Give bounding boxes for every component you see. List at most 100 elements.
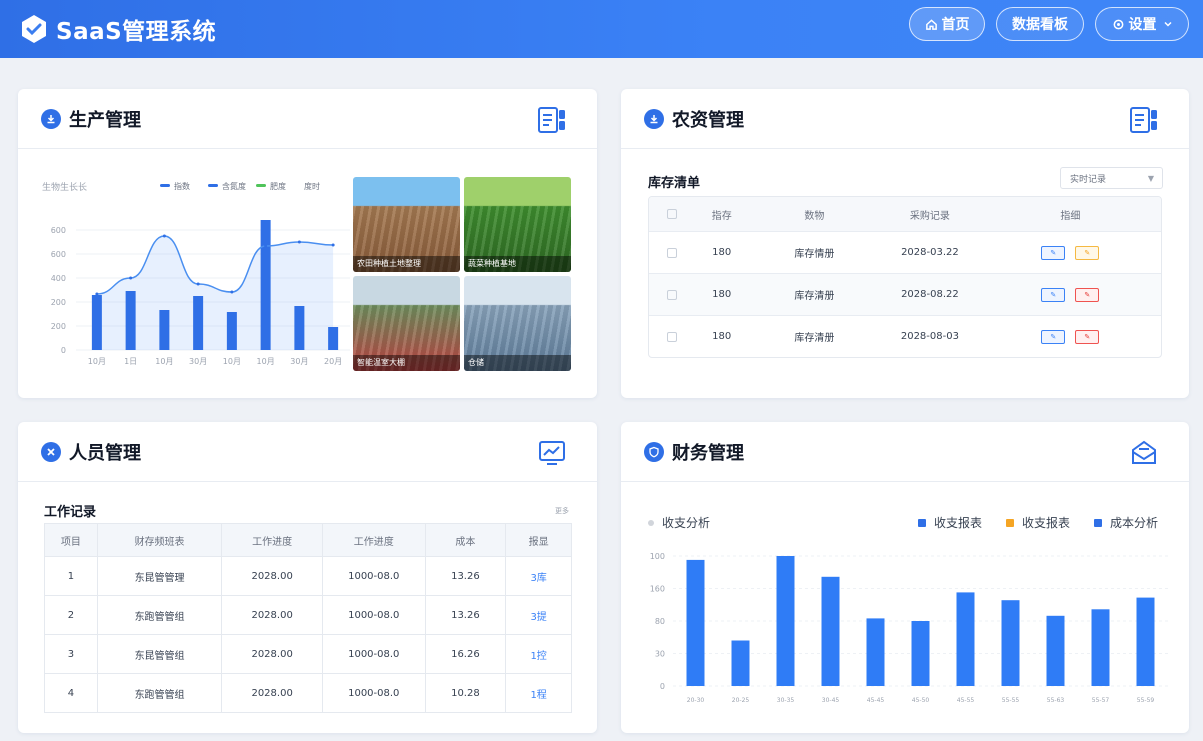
home-button[interactable]: 首页 xyxy=(909,7,985,41)
inventory-title: 农资管理 xyxy=(672,109,744,131)
dashboard-button[interactable]: 数据看板 xyxy=(996,7,1084,41)
y-tick-label: 600 xyxy=(51,250,66,259)
production-header: 生产管理 xyxy=(18,89,597,149)
row-checkbox[interactable] xyxy=(649,247,695,258)
column-header: 指细 xyxy=(1060,210,1081,222)
top-bar: SaaS管理系统 首页 数据看板 设置 xyxy=(0,0,1203,58)
document-icon[interactable] xyxy=(1129,105,1159,135)
settings-button[interactable]: 设置 xyxy=(1095,7,1189,41)
x-tick-label: 10月 xyxy=(88,357,106,366)
progress-cell: 2028.00 xyxy=(221,596,322,634)
progress-cell: 2028.00 xyxy=(221,557,322,595)
edit-button[interactable]: ✎ xyxy=(1041,287,1066,302)
column-header: 工作进度 xyxy=(221,524,322,556)
delete-button[interactable]: ✎ xyxy=(1075,329,1100,344)
report-link[interactable]: 3提 xyxy=(530,608,546,623)
bar xyxy=(328,327,339,350)
production-panel: 生产管理 生物生长长 指数 含氮度 肥度 度时 0 200 200 400 600 600 10月 1日… xyxy=(18,89,597,398)
y-tick-label: 30 xyxy=(655,650,665,659)
inventory-subtitle: 库存清单 xyxy=(648,176,701,191)
more-link[interactable]: 更多 xyxy=(555,506,569,516)
x-tick-label: 10月 xyxy=(257,357,275,366)
home-icon xyxy=(925,18,937,30)
legend-label: 度时 xyxy=(304,181,320,191)
farm-photo[interactable]: 农田种植土地整理 xyxy=(353,177,460,272)
y-tick-label: 200 xyxy=(51,322,66,331)
inventory-header: 农资管理 xyxy=(621,89,1189,149)
photo-caption: 智能温室大棚 xyxy=(353,355,460,371)
actions-cell: ✎ ✎ xyxy=(980,329,1161,344)
report-cell: 3提 xyxy=(505,596,571,634)
y-tick-label: 200 xyxy=(51,298,66,307)
column-header: 数物 xyxy=(804,210,825,222)
legend-marker xyxy=(208,184,218,187)
progress-cell: 1000-08.0 xyxy=(321,596,425,634)
index-cell: 4 xyxy=(67,687,75,699)
bar xyxy=(125,291,136,350)
list-icon[interactable] xyxy=(537,105,567,135)
delete-button[interactable]: ✎ xyxy=(1075,287,1100,302)
name-cell: 东跑管管组 xyxy=(96,674,222,712)
home-label: 首页 xyxy=(941,17,970,33)
bar xyxy=(776,556,795,686)
report-link[interactable]: 3库 xyxy=(530,569,546,584)
caret-down-icon: ▼ xyxy=(1147,174,1154,183)
legend-marker xyxy=(160,184,170,187)
x-tick-label: 45-45 xyxy=(867,697,885,704)
download-icon xyxy=(41,108,61,129)
x-tick-label: 30月 xyxy=(290,357,308,366)
action-button[interactable]: ✎ xyxy=(1075,245,1100,260)
x-tick-label: 30-35 xyxy=(777,697,795,704)
report-cell: 1程 xyxy=(505,674,571,712)
legend-marker xyxy=(648,519,654,526)
logo-icon xyxy=(22,15,46,43)
gear-icon xyxy=(1113,19,1123,29)
report-link[interactable]: 1控 xyxy=(530,647,546,662)
table-row: 2 东跑管管组 2028.00 1000-08.0 13.26 3提 xyxy=(45,595,571,634)
legend-item: 成本分析 xyxy=(1094,514,1158,531)
chart-title: 生物生长长 xyxy=(42,181,87,193)
table-row: 3 东昆管管组 2028.00 1000-08.0 16.26 1控 xyxy=(45,634,571,673)
x-tick-label: 55-55 xyxy=(1002,697,1020,704)
select-all-checkbox[interactable] xyxy=(649,209,695,219)
x-tick-label: 45-50 xyxy=(912,697,930,704)
farm-photo[interactable]: 蔬菜种植基地 xyxy=(464,177,571,272)
edit-button[interactable]: ✎ xyxy=(1041,329,1066,344)
x-tick-label: 30月 xyxy=(189,357,207,366)
report-link[interactable]: 1程 xyxy=(530,686,546,701)
x-tick-label: 20-30 xyxy=(687,697,705,704)
legend-marker xyxy=(1094,518,1102,527)
bar xyxy=(1091,609,1110,686)
line-point xyxy=(162,234,166,238)
report-cell: 3库 xyxy=(505,557,571,595)
farm-photo[interactable]: 仓储 xyxy=(464,276,571,371)
edit-button[interactable]: ✎ xyxy=(1041,245,1066,260)
legend-item: 收支分析 xyxy=(648,514,710,531)
table-row: 1 东昆管管理 2028.00 1000-08.0 13.26 3库 xyxy=(45,556,571,595)
inventory-panel: 农资管理 库存清单 实时记录 ▼ 指存 数物 采购记录 指细 180 库存情册 … xyxy=(621,89,1189,398)
inbox-icon[interactable] xyxy=(1129,438,1159,468)
top-nav: 首页 数据看板 设置 xyxy=(909,7,1189,41)
record-select[interactable]: 实时记录 ▼ xyxy=(1060,167,1163,189)
name-cell: 东昆管管理 xyxy=(96,557,222,595)
legend-label: 肥度 xyxy=(270,181,286,191)
brand[interactable]: SaaS管理系统 xyxy=(18,12,216,46)
name-cell: 东昆管管组 xyxy=(96,635,222,673)
download-icon xyxy=(644,108,664,129)
staff-panel: 人员管理 工作记录 更多 项目 财存频班表 工作进度 工作进度 成本 报显 1 … xyxy=(18,422,597,733)
row-checkbox[interactable] xyxy=(649,331,695,342)
line-point xyxy=(196,282,200,286)
cost-cell: 13.26 xyxy=(424,596,506,634)
staff-title: 人员管理 xyxy=(69,442,141,464)
quantity-cell: 180 xyxy=(712,289,732,300)
bar xyxy=(193,296,204,350)
chart-board-icon[interactable] xyxy=(537,438,567,468)
row-checkbox[interactable] xyxy=(649,289,695,300)
column-header: 报显 xyxy=(505,524,571,556)
y-tick-label: 80 xyxy=(655,617,665,626)
farm-photo[interactable]: 智能温室大棚 xyxy=(353,276,460,371)
line-point xyxy=(230,290,234,294)
y-tick-label: 600 xyxy=(51,226,66,235)
photo-caption: 农田种植土地整理 xyxy=(353,256,460,272)
column-header: 财存频班表 xyxy=(96,524,222,556)
